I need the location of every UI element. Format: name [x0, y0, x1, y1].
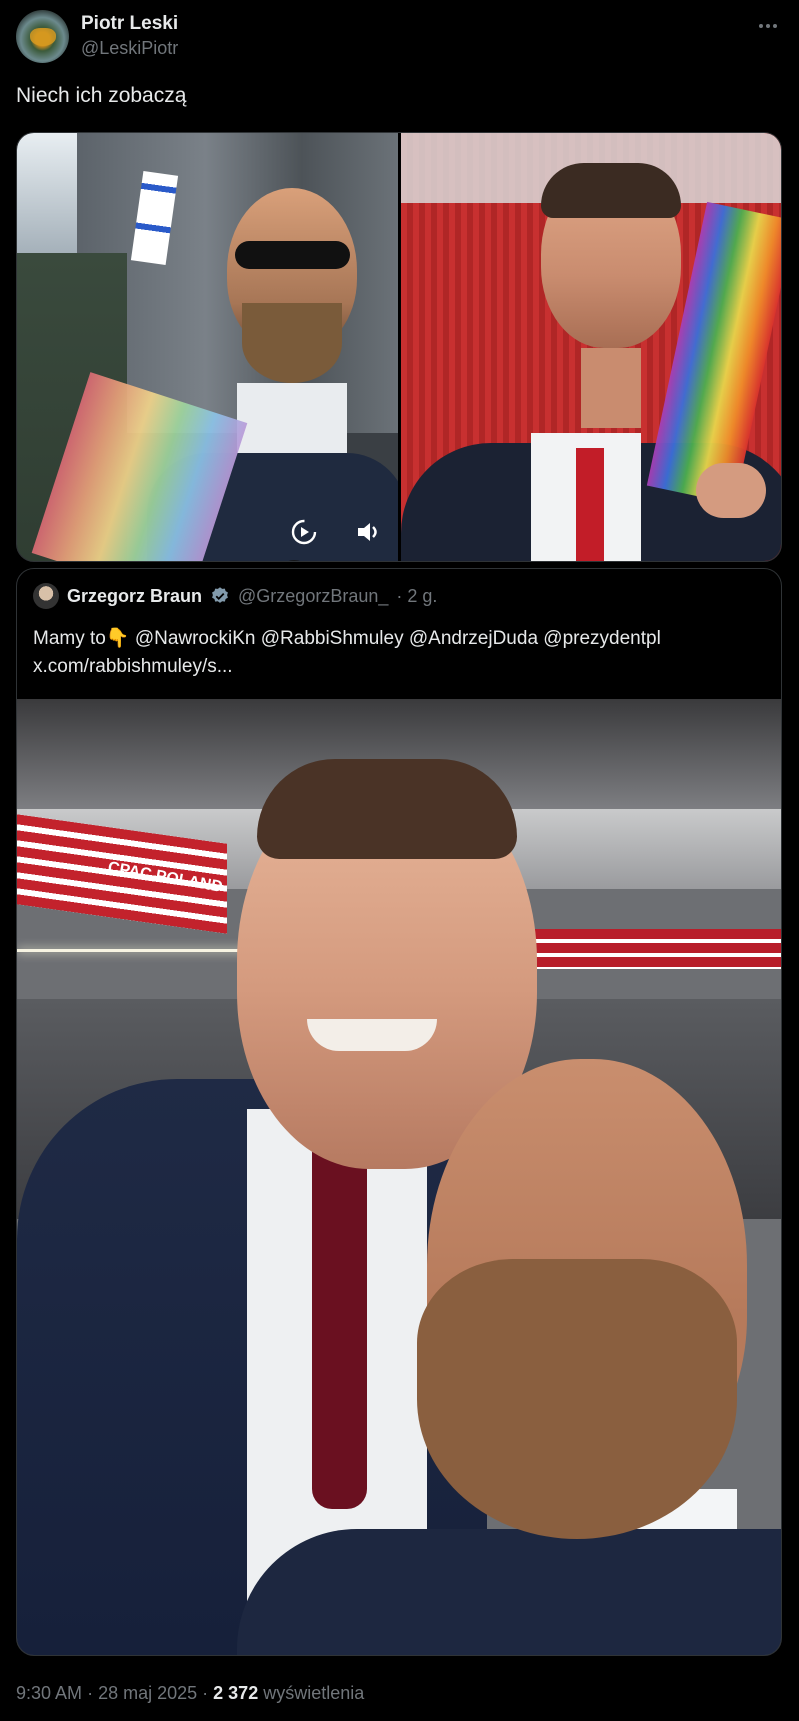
quoted-time[interactable]: · 2 g. [396, 586, 437, 607]
quoted-avatar[interactable] [33, 583, 59, 609]
video-left[interactable] [17, 133, 398, 561]
quoted-link[interactable]: x.com/rabbishmuley/s... [33, 653, 763, 681]
author-name[interactable]: Piotr Leski [81, 12, 178, 36]
tweet-date[interactable]: 28 maj 2025 [98, 1683, 197, 1703]
quoted-text: Mamy to👇 @NawrockiKn @RabbiShmuley @Andr… [33, 625, 763, 681]
burgundy-tie [312, 1149, 367, 1509]
author-block: Piotr Leski @LeskiPiotr [81, 12, 178, 60]
pointing-down-emoji: 👇 [105, 628, 130, 649]
author-handle[interactable]: @LeskiPiotr [81, 36, 178, 60]
quoted-tweet[interactable]: Grzegorz Braun @GrzegorzBraun_ · 2 g. Ma… [16, 568, 782, 1656]
red-tie [576, 448, 604, 561]
quoted-handle[interactable]: @GrzegorzBraun_ [238, 586, 388, 607]
quoted-header: Grzegorz Braun @GrzegorzBraun_ · 2 g. [33, 583, 437, 609]
verified-badge-icon [212, 587, 228, 603]
views-count: 2 372 [213, 1683, 259, 1703]
replay-icon[interactable] [287, 515, 321, 549]
quoted-mentions[interactable]: @NawrockiKn @RabbiShmuley @AndrzejDuda @… [135, 628, 661, 649]
quoted-text-prefix: Mamy to [33, 628, 106, 649]
tweet-text: Niech ich zobaczą [16, 84, 187, 107]
tweet-time[interactable]: 9:30 AM [16, 1683, 82, 1703]
tweet-header: Piotr Leski @LeskiPiotr [16, 10, 783, 66]
views-label: wyświetlenia [263, 1683, 365, 1703]
quoted-author-name[interactable]: Grzegorz Braun [67, 586, 202, 607]
avatar[interactable] [16, 10, 69, 63]
more-options-icon[interactable] [753, 16, 783, 36]
sunglasses [235, 241, 350, 269]
volume-icon[interactable] [351, 515, 385, 549]
media-grid [16, 132, 782, 562]
tweet-meta: 9:30 AM · 28 maj 2025 · 2 372 wyświetlen… [16, 1683, 365, 1703]
quoted-photo[interactable]: CPAC POLAND [17, 699, 781, 1655]
video-right[interactable] [401, 133, 781, 561]
